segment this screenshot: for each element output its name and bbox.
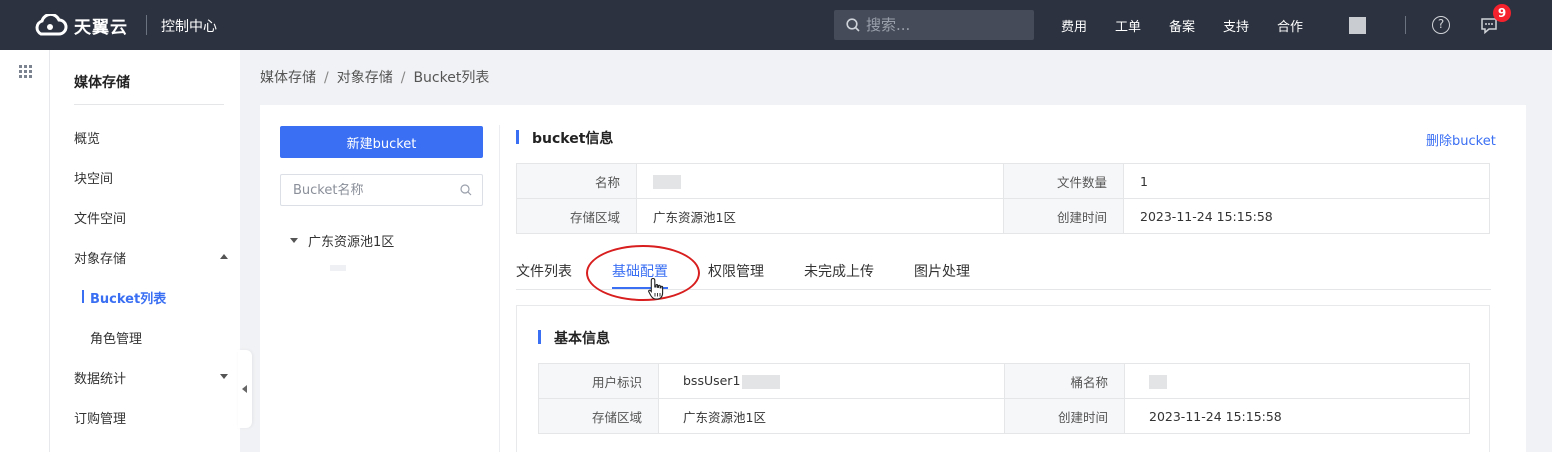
table-key: 存储区域 (516, 198, 637, 234)
table-value: 1 (1123, 163, 1490, 199)
tab-incomplete-uploads[interactable]: 未完成上传 (804, 261, 874, 281)
sidebar-item-orders[interactable]: 订购管理 (74, 408, 126, 427)
tab-image-processing[interactable]: 图片处理 (914, 261, 970, 281)
table-key: 文件数量 (1003, 163, 1124, 199)
table-key: 创建时间 (1004, 398, 1125, 434)
tree-child-bucket[interactable] (330, 265, 346, 271)
table-key: 存储区域 (538, 398, 659, 434)
breadcrumb: 媒体存储 / 对象存储 / Bucket列表 (260, 70, 490, 86)
chevron-down-icon[interactable] (290, 238, 298, 243)
sidebar: 媒体存储 概览 块空间 文件空间 对象存储 Bucket列表 角色管理 数据统计… (50, 50, 240, 452)
global-search[interactable] (834, 10, 1034, 40)
chevron-down-icon (220, 374, 228, 379)
basic-info-panel: 基本信息 用户标识 bssUser1 桶名称 存储区域 广东资源池1区 创建时间… (516, 305, 1490, 452)
console-title[interactable]: 控制中心 (161, 16, 217, 36)
table-key: 名称 (516, 163, 637, 199)
sidebar-item-overview[interactable]: 概览 (74, 128, 100, 147)
delete-bucket-link[interactable]: 删除bucket (1426, 130, 1496, 149)
new-bucket-button[interactable]: 新建bucket (280, 126, 483, 158)
message-count-badge: 9 (1493, 4, 1511, 22)
nav-tickets[interactable]: 工单 (1115, 16, 1141, 35)
main-card: 新建bucket 广东资源池1区 bucket信息 删除bucket 名称 文件… (260, 105, 1526, 452)
nav-fees[interactable]: 费用 (1061, 16, 1087, 35)
divider (74, 104, 224, 105)
tree-node-region[interactable]: 广东资源池1区 (290, 231, 394, 250)
apps-grid-icon[interactable] (19, 65, 32, 78)
table-value: 广东资源池1区 (636, 198, 1004, 234)
redacted-block (653, 174, 681, 189)
redacted-block (1149, 374, 1167, 389)
highlight-annotation (586, 245, 700, 301)
tab-permissions[interactable]: 权限管理 (708, 261, 764, 281)
table-row: 存储区域 广东资源池1区 创建时间 2023-11-24 15:15:58 (516, 198, 1490, 234)
divider (1405, 16, 1406, 34)
bucket-info-title: bucket信息 (516, 128, 613, 148)
bucket-search-input[interactable] (293, 182, 453, 198)
help-icon[interactable]: ? (1432, 16, 1450, 34)
bucket-search[interactable] (280, 174, 483, 206)
product-rail (0, 50, 50, 452)
nav-partner[interactable]: 合作 (1277, 16, 1303, 35)
nav-filing[interactable]: 备案 (1169, 16, 1195, 35)
basic-info-title: 基本信息 (538, 328, 610, 348)
bucket-name-value (636, 163, 1004, 199)
tree-node-label: 广东资源池1区 (308, 235, 395, 250)
sidebar-item-role-management[interactable]: 角色管理 (90, 328, 142, 347)
divider (499, 125, 500, 452)
table-key: 创建时间 (1003, 198, 1124, 234)
breadcrumb-item[interactable]: 对象存储 (337, 70, 393, 86)
cloud-logo-icon (35, 14, 68, 36)
divider (146, 15, 147, 35)
table-row: 用户标识 bssUser1 桶名称 (538, 363, 1470, 399)
avatar[interactable] (1349, 17, 1366, 34)
sidebar-item-bucket-list[interactable]: Bucket列表 (81, 288, 166, 307)
sidebar-item-block-space[interactable]: 块空间 (74, 168, 113, 187)
logo[interactable]: 天翼云 (32, 12, 128, 38)
table-value: 2023-11-24 15:15:58 (1124, 398, 1470, 434)
sidebar-title: 媒体存储 (74, 75, 130, 91)
table-key: 桶名称 (1004, 363, 1125, 399)
top-navbar: 天翼云 控制中心 费用 工单 备案 支持 合作 ? 9 (0, 0, 1552, 50)
brand-name: 天翼云 (74, 17, 128, 38)
breadcrumb-current: Bucket列表 (413, 70, 490, 86)
breadcrumb-item[interactable]: 媒体存储 (260, 70, 316, 86)
table-value: 广东资源池1区 (658, 398, 1005, 434)
search-icon (846, 18, 860, 32)
table-key: 用户标识 (538, 363, 659, 399)
sidebar-item-data-stats[interactable]: 数据统计 (74, 368, 126, 387)
collapse-sidebar-button[interactable] (238, 350, 252, 428)
hand-cursor-icon (648, 277, 664, 300)
redacted-block (742, 374, 781, 389)
table-row: 名称 文件数量 1 (516, 163, 1490, 199)
chevron-up-icon (220, 254, 228, 259)
message-icon[interactable] (1480, 17, 1498, 38)
basic-info-table: 用户标识 bssUser1 桶名称 存储区域 广东资源池1区 创建时间 2023… (538, 363, 1470, 434)
table-value: 2023-11-24 15:15:58 (1123, 198, 1490, 234)
table-row: 存储区域 广东资源池1区 创建时间 2023-11-24 15:15:58 (538, 398, 1470, 434)
sidebar-item-file-space[interactable]: 文件空间 (74, 208, 126, 227)
search-icon[interactable] (460, 184, 472, 196)
bucket-info-table: 名称 文件数量 1 存储区域 广东资源池1区 创建时间 2023-11-24 1… (516, 163, 1490, 234)
tab-file-list[interactable]: 文件列表 (516, 261, 572, 281)
bucket-name-value (1124, 363, 1470, 399)
sidebar-item-object-storage[interactable]: 对象存储 (74, 248, 126, 267)
user-id-value: bssUser1 (658, 363, 1005, 399)
search-input[interactable] (866, 16, 1026, 34)
nav-support[interactable]: 支持 (1223, 16, 1249, 35)
